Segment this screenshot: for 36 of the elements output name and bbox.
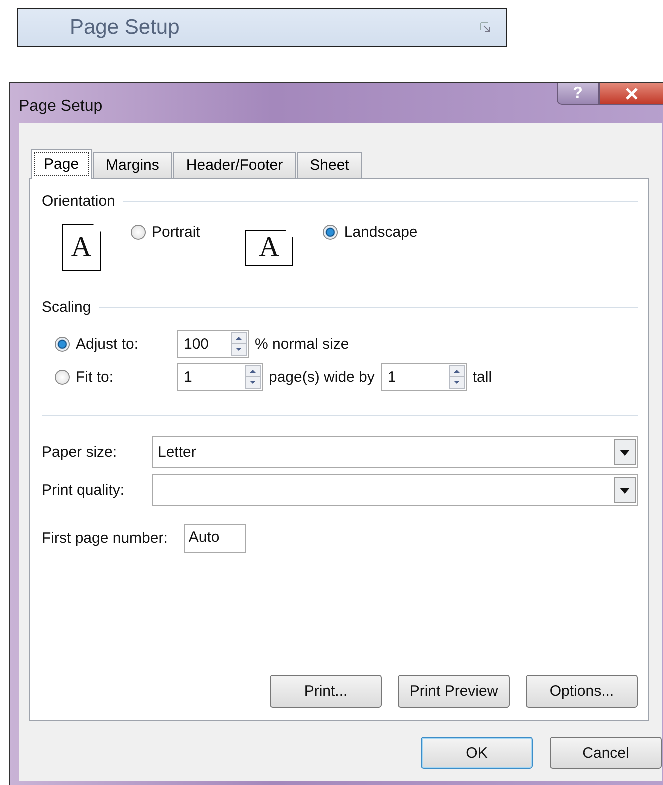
- paper-size-dropdown[interactable]: Letter: [152, 436, 638, 468]
- spin-arrows-icon[interactable]: [231, 332, 247, 356]
- tab[interactable]: Margins: [93, 152, 172, 178]
- panel-button[interactable]: Print...: [270, 675, 382, 708]
- field-suffix: page(s) wide by: [269, 368, 375, 386]
- dialog-button[interactable]: Cancel: [550, 737, 662, 769]
- window-title: Page Setup: [19, 98, 103, 116]
- field-label: Paper size:: [42, 444, 118, 460]
- radio-option[interactable]: Adjust to:: [55, 336, 173, 352]
- spin-field[interactable]: 1: [177, 363, 263, 391]
- spin-field[interactable]: 100: [177, 330, 249, 358]
- group-title: Scaling: [42, 299, 92, 316]
- tab[interactable]: Header/Footer: [173, 152, 296, 178]
- tab[interactable]: Page: [31, 149, 92, 179]
- field-suffix: % normal size: [255, 336, 350, 352]
- field-suffix: tall: [472, 368, 492, 386]
- field-label: First page number:: [42, 530, 168, 547]
- spin-arrows-icon[interactable]: [245, 365, 261, 389]
- field-label: Print quality:: [42, 482, 126, 498]
- dialog-button[interactable]: OK: [421, 737, 533, 769]
- dialog-launcher-icon[interactable]: [480, 22, 492, 34]
- close-button[interactable]: [599, 83, 663, 105]
- ribbon-group-label: Page Setup: [70, 16, 180, 40]
- panel-button[interactable]: Print Preview: [398, 675, 510, 708]
- page-orientation-icon: A: [245, 230, 294, 266]
- radio-option[interactable]: Landscape: [323, 224, 418, 241]
- radio-option[interactable]: Fit to:: [55, 368, 173, 386]
- page-orientation-icon: A: [62, 224, 101, 271]
- spin-arrows-icon[interactable]: [448, 365, 465, 389]
- radio-option[interactable]: Portrait: [131, 224, 200, 241]
- close-icon: [625, 88, 639, 100]
- first-page-number-field[interactable]: Auto: [184, 524, 246, 553]
- spin-field[interactable]: 1: [380, 363, 467, 391]
- tab[interactable]: Sheet: [297, 152, 362, 178]
- group-title: Orientation: [42, 193, 116, 210]
- panel-button[interactable]: Options...: [526, 675, 638, 708]
